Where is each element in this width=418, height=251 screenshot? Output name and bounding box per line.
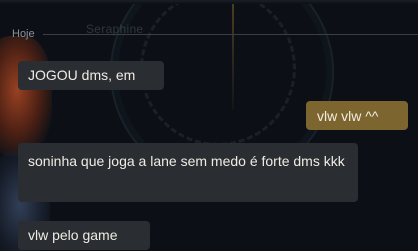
message-bubble-incoming[interactable]: soninha que joga a lane sem medo é forte… [18,143,358,202]
decorative-gold-line [232,0,234,110]
top-edge [0,0,418,4]
divider-line [42,33,418,35]
chat-panel[interactable]: Seraphine Hoje JOGOU dms, em vlw vlw ^^ … [0,0,418,251]
message-bubble-outgoing[interactable]: vlw vlw ^^ [306,101,408,130]
message-bubble-incoming[interactable]: JOGOU dms, em [18,61,164,90]
champion-art-left [0,36,52,156]
date-divider: Hoje [12,27,418,41]
message-bubble-incoming[interactable]: vlw pelo game [18,221,150,250]
date-label: Hoje [12,28,35,40]
